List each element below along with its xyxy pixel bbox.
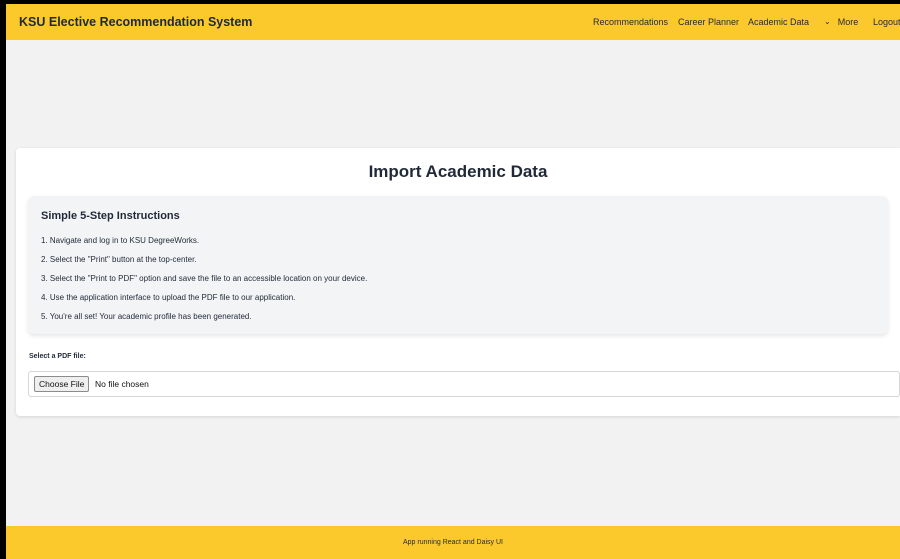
instructions-title: Simple 5-Step Instructions [41, 210, 180, 222]
chevron-down-icon: ⌄ [824, 17, 831, 26]
navbar: KSU Elective Recommendation System Recom… [6, 4, 900, 40]
file-status: No file chosen [95, 379, 149, 389]
pdf-file-input[interactable]: Choose File No file chosen [28, 371, 900, 397]
file-input-label: Select a PDF file: [29, 353, 86, 360]
instruction-step: 3. Select the "Print to PDF" option and … [41, 274, 368, 283]
footer: App running React and Daisy UI [6, 526, 900, 559]
nav-logout[interactable]: Logout [873, 4, 900, 40]
instruction-step: 5. You're all set! Your academic profile… [41, 312, 252, 321]
instruction-step: 2. Select the "Print" button at the top-… [41, 255, 197, 264]
page-title: Import Academic Data [368, 162, 548, 181]
instructions-panel: Simple 5-Step Instructions 1. Navigate a… [28, 196, 888, 334]
nav-link-recommendations[interactable]: Recommendations [593, 4, 668, 40]
nav-link-academic-data[interactable]: Academic Data [748, 4, 809, 40]
choose-file-button[interactable]: Choose File [34, 376, 90, 392]
instructions-list: 1. Navigate and log in to KSU DegreeWork… [41, 236, 367, 331]
instruction-step: 1. Navigate and log in to KSU DegreeWork… [41, 236, 200, 245]
nav-links: Recommendations Career Planner Academic … [6, 4, 900, 40]
instruction-step: 4. Use the application interface to uplo… [41, 293, 296, 302]
nav-more-label: More [837, 17, 859, 27]
footer-text: App running React and Daisy UI [403, 539, 503, 546]
import-card: Import Academic Data Simple 5-Step Instr… [16, 148, 900, 416]
nav-link-career-planner[interactable]: Career Planner [678, 4, 739, 40]
nav-more-dropdown[interactable]: ⌄ More [824, 4, 858, 40]
app-window: KSU Elective Recommendation System Recom… [6, 4, 900, 559]
